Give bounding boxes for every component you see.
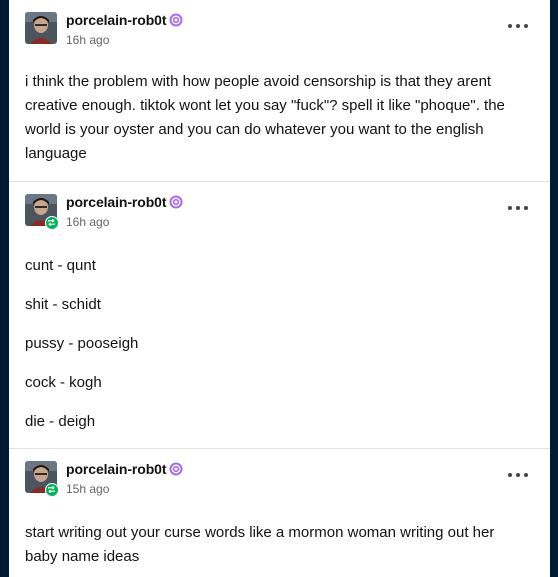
ellipsis-dot bbox=[524, 206, 528, 210]
post-text: pussy - pooseigh bbox=[25, 335, 139, 352]
post-body: i think the problem with how people avoi… bbox=[9, 62, 550, 181]
username[interactable]: porcelain-rob0t bbox=[66, 12, 183, 30]
post-header: porcelain-rob0t 16h ago bbox=[9, 0, 550, 62]
post: porcelain-rob0t 15h ago start writing ou… bbox=[9, 448, 550, 569]
verified-badge-icon bbox=[169, 195, 183, 212]
more-options-button[interactable] bbox=[508, 468, 528, 482]
ellipsis-dot bbox=[516, 24, 520, 28]
more-options-button[interactable] bbox=[508, 19, 528, 33]
post-text: cock - kogh bbox=[25, 374, 102, 391]
username-link[interactable]: porcelain-rob0t bbox=[66, 461, 167, 477]
reblog-icon bbox=[45, 216, 59, 230]
post: porcelain-rob0t 16h ago i think the prob… bbox=[9, 0, 550, 181]
username-link[interactable]: porcelain-rob0t bbox=[66, 194, 167, 210]
timestamp[interactable]: 16h ago bbox=[66, 33, 109, 47]
verified-badge-icon bbox=[169, 462, 183, 479]
post-text: i think the problem with how people avoi… bbox=[25, 73, 505, 162]
post-text: shit - schidt bbox=[25, 296, 101, 313]
username[interactable]: porcelain-rob0t bbox=[66, 194, 183, 212]
post-text: start writing out your curse words like … bbox=[25, 524, 495, 565]
ellipsis-dot bbox=[516, 473, 520, 477]
timestamp[interactable]: 16h ago bbox=[66, 215, 109, 229]
username[interactable]: porcelain-rob0t bbox=[66, 461, 183, 479]
post-text: cunt - qunt bbox=[25, 257, 96, 274]
ellipsis-icon bbox=[508, 473, 512, 477]
ellipsis-dot bbox=[516, 206, 520, 210]
post-header: porcelain-rob0t 16h ago bbox=[9, 182, 550, 244]
post-body: cunt - qunt shit - schidt pussy - poosei… bbox=[9, 244, 550, 448]
ellipsis-dot bbox=[524, 473, 528, 477]
timestamp[interactable]: 15h ago bbox=[66, 482, 109, 496]
more-options-button[interactable] bbox=[508, 201, 528, 215]
reblog-icon bbox=[45, 483, 59, 497]
avatar[interactable] bbox=[25, 12, 57, 44]
post-body: start writing out your curse words like … bbox=[9, 511, 550, 569]
ellipsis-icon bbox=[508, 206, 512, 210]
post: porcelain-rob0t 16h ago cunt - qunt shit… bbox=[9, 181, 550, 448]
verified-badge-icon bbox=[169, 13, 183, 30]
username-link[interactable]: porcelain-rob0t bbox=[66, 12, 167, 28]
post-text: die - deigh bbox=[25, 413, 96, 430]
post-thread: porcelain-rob0t 16h ago i think the prob… bbox=[9, 0, 550, 577]
post-header: porcelain-rob0t 15h ago bbox=[9, 449, 550, 511]
ellipsis-icon bbox=[508, 24, 512, 28]
ellipsis-dot bbox=[524, 24, 528, 28]
